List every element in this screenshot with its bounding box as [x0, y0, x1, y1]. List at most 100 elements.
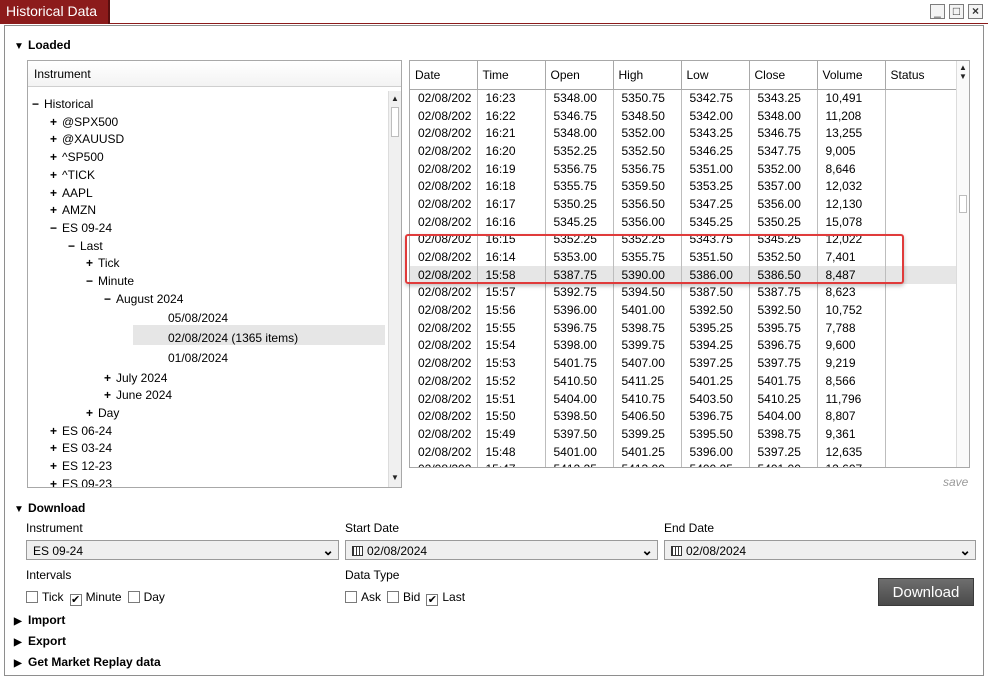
scroll-up-icon[interactable]: ▲ — [959, 63, 967, 72]
column-header[interactable]: High — [613, 61, 682, 90]
table-row[interactable]: 02/08/202 16:21 5348.00 5352.00 5343.25 5346.… — [410, 124, 959, 143]
tree-item[interactable]: + June 2024 — [104, 388, 172, 402]
table-row[interactable]: 02/08/202 15:51 5404.00 5410.75 5403.50 5410.… — [410, 389, 959, 408]
table-row[interactable]: 02/08/202 15:49 5397.50 5399.25 5395.50 5398.… — [410, 425, 959, 443]
table-row[interactable]: 02/08/202 15:53 5401.75 5407.00 5397.25 5397.… — [410, 354, 959, 372]
scroll-up-icon[interactable]: ▲ — [391, 94, 399, 103]
export-section-toggle[interactable]: ▶ Export — [14, 634, 66, 648]
expand-icon[interactable]: + — [104, 388, 116, 402]
tree-item[interactable]: + @XAUUSD — [50, 132, 124, 146]
expand-icon[interactable]: + — [50, 150, 62, 164]
tree-item[interactable]: + July 2024 — [104, 371, 167, 385]
tree-item[interactable]: + Tick — [86, 256, 120, 270]
table-row[interactable]: 02/08/202 16:20 5352.25 5352.50 5346.25 5347.… — [410, 142, 959, 160]
checkbox-empty-icon[interactable] — [127, 591, 140, 603]
expand-icon[interactable]: + — [86, 406, 98, 420]
expand-icon[interactable]: + — [104, 371, 116, 385]
start-date-picker[interactable]: 02/08/2024 ⌄ — [345, 540, 658, 560]
tree-scrollbar[interactable]: ▲ ▼ — [388, 91, 401, 487]
tree-item[interactable]: − Last — [68, 239, 103, 253]
tree-item[interactable]: − Minute — [86, 274, 134, 288]
tree-item[interactable]: 05/08/2024 — [156, 311, 228, 325]
checkbox-option[interactable]: Ask — [345, 590, 381, 604]
tree-item[interactable]: − August 2024 — [104, 292, 183, 306]
close-button[interactable]: × — [968, 4, 983, 19]
tree-item[interactable]: 01/08/2024 — [156, 351, 228, 365]
checkbox-option[interactable]: ✔ Minute — [69, 590, 122, 606]
tree-item[interactable]: + AAPL — [50, 186, 93, 200]
tree-item[interactable]: + ES 09-23 — [50, 477, 112, 487]
checkbox-empty-icon[interactable] — [345, 591, 357, 603]
grid-scroll-thumb[interactable] — [959, 195, 967, 213]
column-header[interactable]: Volume — [817, 61, 886, 90]
end-date-picker[interactable]: 02/08/2024 ⌄ — [664, 540, 976, 560]
save-link[interactable]: save — [943, 475, 968, 489]
column-header[interactable]: Time — [477, 61, 546, 90]
checkbox-checked-icon[interactable]: ✔ — [69, 594, 82, 606]
table-row[interactable]: 02/08/202 15:48 5401.00 5401.25 5396.00 5397.… — [410, 442, 959, 461]
table-row[interactable]: 02/08/202 15:50 5398.50 5406.50 5396.75 5404.… — [410, 407, 959, 426]
scroll-down-icon[interactable]: ▼ — [391, 473, 399, 482]
checkbox-checked-icon[interactable]: ✔ — [426, 594, 439, 606]
tree-item[interactable]: − Historical — [32, 97, 93, 111]
tree-item[interactable]: + ^SP500 — [50, 150, 104, 164]
expand-icon[interactable]: + — [50, 132, 62, 146]
table-row[interactable]: 02/08/202 15:55 5396.75 5398.75 5395.25 5395.… — [410, 318, 959, 337]
tree-item[interactable]: + ES 03-24 — [50, 441, 112, 455]
table-row[interactable]: 02/08/202 16:18 5355.75 5359.50 5353.25 5357.… — [410, 177, 959, 196]
table-row[interactable]: 02/08/202 16:19 5356.75 5356.75 5351.00 5352.… — [410, 159, 959, 178]
instrument-select[interactable]: ES 09-24 ⌄ — [26, 540, 339, 560]
tree-scroll-thumb[interactable] — [391, 107, 399, 137]
grid-scrollbar[interactable]: ▲ ▼ — [956, 61, 969, 467]
column-header[interactable]: Status — [885, 61, 959, 90]
table-row[interactable]: 02/08/202 16:23 5348.00 5350.75 5342.75 5343.… — [410, 89, 959, 107]
expand-icon[interactable]: + — [50, 477, 62, 487]
table-row[interactable]: 02/08/202 15:56 5396.00 5401.00 5392.50 5392.… — [410, 301, 959, 319]
expand-icon[interactable]: + — [50, 186, 62, 200]
tree-item[interactable]: + AMZN — [50, 203, 96, 217]
tree-item[interactable]: + ES 06-24 — [50, 424, 112, 438]
expand-icon[interactable]: + — [50, 168, 62, 182]
collapse-icon[interactable]: − — [68, 239, 80, 253]
maximize-button[interactable]: □ — [949, 4, 964, 19]
tree-item[interactable]: + Day — [86, 406, 119, 420]
checkbox-option[interactable]: Day — [127, 590, 165, 604]
loaded-section-toggle[interactable]: ▼ Loaded — [14, 38, 71, 52]
replay-section-toggle[interactable]: ▶ Get Market Replay data — [14, 655, 161, 669]
expand-icon[interactable]: + — [50, 115, 62, 129]
table-row[interactable]: 02/08/20215:475412.255413.005400.255401.… — [410, 460, 959, 467]
checkbox-option[interactable]: ✔ Last — [426, 590, 465, 606]
table-row[interactable]: 02/08/202 16:22 5346.75 5348.50 5342.00 5348.… — [410, 106, 959, 125]
tree-item[interactable]: − ES 09-24 — [50, 221, 112, 235]
download-button[interactable]: Download — [878, 578, 974, 606]
tree-item[interactable]: 02/08/2024 (1365 items) — [156, 331, 298, 345]
checkbox-option[interactable]: Bid — [387, 590, 420, 604]
column-header[interactable]: Low — [681, 61, 750, 90]
table-row[interactable]: 02/08/202 15:54 5398.00 5399.75 5394.25 5396.… — [410, 336, 959, 355]
table-row[interactable]: 02/08/202 15:57 5392.75 5394.50 5387.50 5387.… — [410, 283, 959, 302]
collapse-icon[interactable]: − — [86, 274, 98, 288]
column-header[interactable]: Open — [545, 61, 614, 90]
tree-item[interactable]: + @SPX500 — [50, 115, 118, 129]
collapse-icon[interactable]: − — [104, 292, 116, 306]
scroll-down-icon[interactable]: ▼ — [959, 72, 967, 81]
import-section-toggle[interactable]: ▶ Import — [14, 613, 65, 627]
download-section-toggle[interactable]: ▼ Download — [14, 501, 85, 515]
checkbox-option[interactable]: Tick — [26, 590, 64, 604]
expand-icon[interactable]: + — [50, 203, 62, 217]
checkbox-empty-icon[interactable] — [387, 591, 400, 603]
expand-icon[interactable]: + — [50, 459, 62, 473]
tree-item[interactable]: + ^TICK — [50, 168, 95, 182]
table-row[interactable]: 02/08/202 16:17 5350.25 5356.50 5347.25 5356.… — [410, 195, 959, 213]
checkbox-empty-icon[interactable] — [26, 591, 38, 603]
minimize-button[interactable]: _ — [930, 4, 945, 19]
tree-item[interactable]: + ES 12-23 — [50, 459, 112, 473]
expand-icon[interactable]: + — [50, 424, 62, 438]
collapse-icon[interactable]: − — [32, 97, 44, 111]
column-header[interactable]: Date — [410, 61, 478, 90]
table-row[interactable]: 02/08/202 15:52 5410.50 5411.25 5401.25 5401.… — [410, 372, 959, 390]
collapse-icon[interactable]: − — [50, 221, 62, 235]
column-header[interactable]: Close — [749, 61, 818, 90]
table-row[interactable]: 02/08/202 16:16 5345.25 5356.00 5345.25 5350.… — [410, 212, 959, 231]
expand-icon[interactable]: + — [86, 256, 98, 270]
